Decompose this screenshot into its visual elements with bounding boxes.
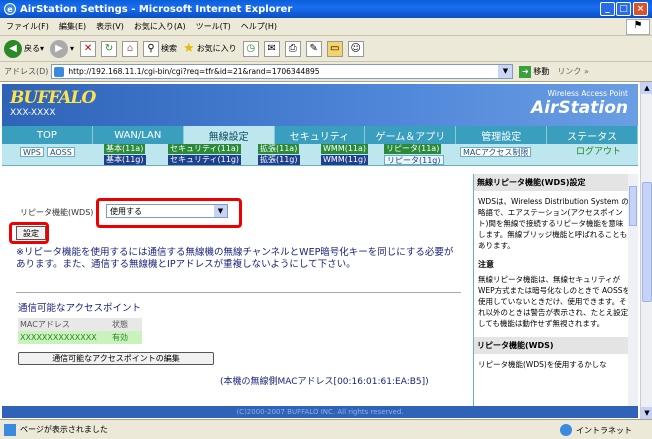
table-row: XXXXXXXXXXXXXX 有効: [18, 331, 142, 344]
scroll-up-icon[interactable]: ▲: [641, 82, 652, 94]
zone-indicator: イントラネット: [560, 424, 632, 436]
ap-table: MACアドレス 状態 XXXXXXXXXXXXXX 有効: [18, 318, 142, 344]
maximize-button[interactable]: □: [616, 2, 631, 16]
menu-file[interactable]: ファイル(F): [6, 21, 49, 32]
print-icon[interactable]: ⎙: [284, 40, 301, 57]
subtab-wmm-11a[interactable]: WMM(11a): [321, 144, 369, 154]
help-heading-2: リピータ機能(WDS): [474, 337, 634, 354]
main-tabs: TOP WAN/LAN 無線設定 セキュリティ ゲーム＆アプリ 管理設定 ステー…: [2, 126, 639, 144]
tab-admin[interactable]: 管理設定: [456, 126, 548, 144]
address-input[interactable]: http://192.168.11.1/cgi-bin/cgi?req=tfr&…: [51, 64, 514, 79]
help-panel: 無線リピータ機能(WDS)設定 WDSは、Wireless Distributi…: [473, 174, 634, 406]
repeater-select[interactable]: 使用する ▼: [106, 204, 228, 218]
banner: BUFFALO XXX-XXXX Wireless Access Point A…: [2, 84, 638, 126]
toolbar: ◀ 戻る ▾ ▶ ▾ ✕ ↻ ⌂ ⚲ 検索 ★ お気に入り ◷ ✉ ⎙ ✎ ▭ ☺: [0, 36, 652, 62]
help-scroll-thumb[interactable]: [629, 186, 637, 226]
subtab-wmm-11g[interactable]: WMM(11g): [321, 155, 369, 165]
subtab-aoss[interactable]: AOSS: [47, 147, 75, 157]
banner-tagline: Wireless Access Point: [547, 89, 628, 98]
back-arrow-icon: ◀: [4, 39, 22, 58]
subtab-repeater-11g[interactable]: リピータ(11g): [384, 155, 444, 165]
close-button[interactable]: ×: [633, 2, 648, 16]
edit-ap-button[interactable]: 通信可能なアクセスポイントの編集: [18, 352, 214, 365]
back-button[interactable]: ◀ 戻る ▾: [4, 39, 44, 58]
history-icon[interactable]: ◷: [242, 40, 259, 57]
help-text: WDSは、Wireless Distribution System の略語で、エ…: [478, 197, 629, 250]
window-title: AirStation Settings - Microsoft Internet…: [20, 3, 293, 15]
subtab-extended-11a[interactable]: 拡張(11a): [258, 144, 300, 154]
favorites-button[interactable]: ★ お気に入り: [183, 41, 237, 56]
footer: (C)2000-2007 BUFFALO INC. All rights res…: [2, 406, 638, 418]
edit-icon[interactable]: ✎: [305, 40, 322, 57]
status-text: ページが表示されました: [20, 425, 108, 434]
help-text-2: リピータ機能(WDS)を使用するかしな: [478, 360, 607, 369]
page-icon: [54, 67, 65, 77]
title-bar: e AirStation Settings - Microsoft Intern…: [0, 0, 652, 18]
scroll-thumb[interactable]: [642, 182, 652, 302]
menu-edit[interactable]: 編集(E): [59, 21, 86, 32]
help-note: 無線リピータ機能は、無線セキュリティがWEP方式または暗号化なしのときで AOS…: [478, 275, 630, 328]
subtab-wps[interactable]: WPS: [20, 147, 44, 157]
stop-icon[interactable]: ✕: [80, 40, 97, 57]
intranet-icon: [560, 424, 572, 436]
address-label: アドレス(D): [4, 67, 49, 76]
menu-view[interactable]: 表示(V): [96, 21, 124, 32]
divider: [16, 292, 461, 293]
forward-arrow-icon: ▶: [50, 39, 69, 58]
search-button[interactable]: ⚲ 検索: [143, 40, 177, 57]
tab-game-apps[interactable]: ゲーム＆アプリ: [365, 126, 457, 144]
tab-wan-lan[interactable]: WAN/LAN: [93, 126, 184, 144]
ie-icon: e: [4, 3, 16, 15]
menu-tools[interactable]: ツール(T): [196, 21, 231, 32]
chevron-down-icon: ▼: [214, 205, 227, 217]
set-button[interactable]: 設定: [16, 226, 46, 240]
subtab-basic-11a[interactable]: 基本(11a): [104, 144, 146, 154]
subtab-security-11g[interactable]: セキュリティ(11g): [168, 155, 242, 165]
tab-top[interactable]: TOP: [2, 126, 93, 144]
subtab-mac-access[interactable]: MACアクセス制限: [460, 147, 532, 157]
help-scrollbar[interactable]: [628, 174, 638, 406]
go-button[interactable]: ➜ 移動: [519, 65, 549, 78]
model-name: XXX-XXXX: [10, 108, 56, 118]
subtab-security-11a[interactable]: セキュリティ(11a): [168, 144, 241, 154]
logout-link[interactable]: ログアウト: [574, 147, 623, 157]
messenger-icon[interactable]: ☺: [347, 40, 364, 57]
mail-icon[interactable]: ✉: [263, 40, 280, 57]
windows-logo-icon: ⚑: [626, 19, 650, 35]
subtab-extended-11g[interactable]: 拡張(11g): [258, 155, 300, 165]
menu-bar: ファイル(F) 編集(E) 表示(V) お気に入り(A) ツール(T) ヘルプ(…: [0, 18, 652, 36]
repeater-label: リピータ機能(WDS): [20, 208, 94, 217]
buffalo-logo: BUFFALO: [10, 88, 96, 108]
ap-section-title: 通信可能なアクセスポイント: [18, 303, 142, 314]
tab-security[interactable]: セキュリティ: [275, 126, 366, 144]
sub-tabs: WPS AOSS 基本(11a) セキュリティ(11a) 拡張(11a) WMM…: [2, 144, 638, 166]
scroll-down-icon[interactable]: ▼: [641, 407, 652, 419]
mac-address-note: (本機の無線側MACアドレス[00:16:01:61:EA:B5]): [220, 377, 429, 387]
menu-help[interactable]: ヘルプ(H): [241, 21, 277, 32]
go-arrow-icon: ➜: [519, 65, 532, 78]
minimize-button[interactable]: _: [600, 2, 615, 16]
product-name: AirStation: [531, 98, 628, 118]
folder-icon[interactable]: ▭: [326, 40, 343, 57]
subtab-basic-11g[interactable]: 基本(11g): [104, 155, 146, 165]
menu-favorites[interactable]: お気に入り(A): [134, 21, 186, 32]
links-button[interactable]: リンク »: [557, 66, 588, 77]
help-heading: 無線リピータ機能(WDS)設定: [474, 174, 634, 191]
status-bar: ページが表示されました イントラネット: [0, 419, 652, 439]
search-icon: ⚲: [143, 40, 160, 57]
page-done-icon: [4, 423, 16, 436]
refresh-icon[interactable]: ↻: [101, 40, 118, 57]
subtab-repeater-11a[interactable]: リピータ(11a): [384, 144, 442, 154]
tab-status[interactable]: ステータス: [547, 126, 639, 144]
tab-wireless[interactable]: 無線設定: [183, 126, 275, 144]
address-dropdown-icon[interactable]: ▼: [498, 65, 513, 78]
page-scrollbar[interactable]: ▲ ▼: [640, 82, 652, 419]
home-icon[interactable]: ⌂: [122, 40, 139, 57]
star-icon: ★: [183, 41, 195, 56]
address-bar: アドレス(D) http://192.168.11.1/cgi-bin/cgi?…: [0, 62, 652, 82]
forward-button[interactable]: ▶ ▾: [50, 39, 74, 58]
help-note-title: 注意: [478, 260, 494, 269]
table-header: MACアドレス 状態: [18, 318, 142, 331]
warning-text: ※リピータ機能を使用するには通信する無線機の無線チャンネルとWEP暗号化キーを同…: [16, 247, 454, 270]
